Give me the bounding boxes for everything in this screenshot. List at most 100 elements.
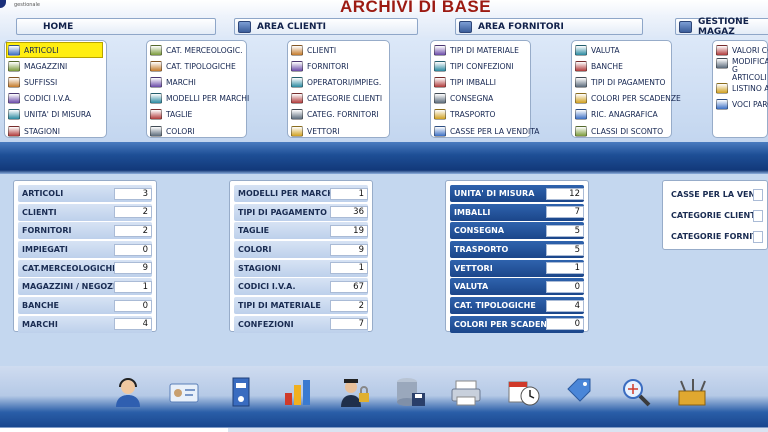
counter-row: CONSEGNA 5: [450, 222, 584, 240]
printer-icon[interactable]: [446, 372, 486, 412]
home-button[interactable]: HOME: [16, 18, 216, 35]
counter-panel-4: CASSE PER LA VENDITA CATEGORIE CLIENTI CAT…: [662, 180, 768, 250]
counter-label: STAGIONI: [238, 263, 281, 273]
counter-row: TIPI DI MATERIALE 2: [234, 297, 368, 315]
menu-item-search-registry[interactable]: RIC. ANAGRAFICA: [575, 107, 668, 123]
tools-box-icon[interactable]: [672, 372, 712, 412]
menu-item-suffix[interactable]: SUFFISSI: [8, 74, 103, 90]
menu-item-label: CODICI I.V.A.: [24, 94, 73, 104]
menu-item-model[interactable]: MODELLI PER MARCHI: [150, 91, 249, 107]
counter-row: STAGIONI 1: [234, 259, 368, 277]
counter-value: 0: [546, 318, 584, 331]
printer-icon-graphic: [451, 380, 481, 406]
menu-item-material[interactable]: TIPI DI MATERIALE: [434, 42, 527, 58]
counter-row: CAT.MERCEOLOGICHE 9: [18, 259, 152, 277]
delivery-icon: [434, 93, 446, 105]
page-title: ARCHIVI DI BASE: [340, 0, 492, 16]
counter-row: TRASPORTO 5: [450, 241, 584, 259]
counter-row: IMBALLI 7: [450, 203, 584, 221]
menu-item-deadline-color[interactable]: COLORI PER SCADENZE: [575, 91, 681, 107]
menu-item-label: VALORI COD: [732, 45, 768, 55]
security-guard-lock-icon[interactable]: [334, 372, 374, 412]
area-fornitori-label: AREA FORNITORI: [478, 21, 564, 32]
search-web-icon-graphic: [622, 379, 651, 407]
menu-item-price-list[interactable]: LISTINO ART: [716, 80, 768, 96]
support-agent-icon[interactable]: [108, 372, 148, 412]
gestione-magazzino-button[interactable]: GESTIONE MAGAZ: [675, 17, 768, 37]
id-card-icon[interactable]: [164, 372, 204, 412]
menu-item-warehouse[interactable]: MAGAZZINI: [8, 58, 103, 74]
menu-item-label: LISTINO ART: [732, 83, 768, 93]
counter-label: CONFEZIONI: [238, 319, 294, 329]
home-label: HOME: [43, 21, 74, 32]
menu-item-label: CLIENTI: [307, 45, 337, 55]
menu-item-customer-category[interactable]: CATEGORIE CLIENTI: [291, 91, 386, 107]
sale-tag-icon[interactable]: [559, 372, 599, 412]
menu-item-cash-register[interactable]: CASSE PER LA VENDITA: [434, 123, 539, 139]
menu-item-supplier[interactable]: FORNITORI: [291, 58, 386, 74]
menu-item-box[interactable]: TIPI IMBALLI: [434, 74, 527, 90]
menu-item-label: CONSEGNA: [450, 94, 494, 104]
search-registry-icon: [575, 109, 587, 121]
supplier-category-icon: [291, 109, 303, 121]
menu-item-articles[interactable]: ARTICOLI: [6, 42, 103, 59]
menu-item-package[interactable]: TIPI CONFEZIONI: [434, 58, 527, 74]
menu-item-truck[interactable]: TRASPORTO: [434, 107, 527, 123]
discount-class-icon: [575, 125, 587, 137]
menu-item-supplier-category[interactable]: CATEG. FORNITORI: [291, 107, 386, 123]
counter-row: MAGAZZINI / NEGOZI 1: [18, 278, 152, 296]
counter-value: 5: [546, 243, 584, 256]
status-strip-segment: [228, 428, 768, 432]
counter-label: IMPIEGATI: [22, 245, 68, 255]
counter-panel-1: ARTICOLI 3 CLIENTI 2 FORNITORI 2 IMPIEGATI 0 CAT…: [13, 180, 157, 333]
menu-item-label: OPERATORI/IMPIEG.: [307, 77, 382, 87]
menu-item-delivery[interactable]: CONSEGNA: [434, 91, 527, 107]
database-save-icon[interactable]: [390, 372, 430, 412]
id-card-icon-graphic: [169, 383, 199, 403]
charts-icon[interactable]: [277, 372, 317, 412]
menu-item-label: SUFFISSI: [24, 77, 58, 87]
menu-item-color-palette[interactable]: COLORI: [150, 123, 243, 139]
counter-value: 3: [114, 187, 152, 200]
menu-item-vat-code[interactable]: CODICI I.V.A.: [8, 91, 103, 107]
counter-panel-3: UNITA' DI MISURA 12 IMBALLI 7 CONSEGNA 5 TRASP…: [445, 180, 589, 333]
menu-item-edit-articles[interactable]: MODIFICA G ARTICOLI: [716, 58, 768, 82]
supplier-icon: [291, 60, 303, 72]
area-clienti-button[interactable]: AREA CLIENTI: [234, 18, 418, 35]
customer-icon: [291, 44, 303, 56]
main-nav: HOME AREA CLIENTI AREA FORNITORI GESTION…: [0, 16, 768, 38]
menu-item-payment[interactable]: TIPI DI PAGAMENTO: [575, 74, 668, 90]
menu-item-discount-class[interactable]: CLASSI DI SCONTO: [575, 123, 668, 139]
menu-item-type-category[interactable]: CAT. TIPOLOGICHE: [150, 58, 243, 74]
menu-item-operator[interactable]: OPERATORI/IMPIEG.: [291, 74, 386, 90]
menu-item-brand[interactable]: MARCHI: [150, 74, 243, 90]
menu-item-label: CAT. TIPOLOGICHE: [166, 61, 236, 71]
menu-item-customer[interactable]: CLIENTI: [291, 42, 386, 58]
menu-item-ruler[interactable]: UNITA' DI MISURA: [8, 107, 103, 123]
search-web-icon[interactable]: [616, 372, 656, 412]
menu-item-fee-items[interactable]: VOCI PARCE: [716, 96, 768, 112]
area-fornitori-button[interactable]: AREA FORNITORI: [455, 18, 643, 35]
price-list-icon: [716, 82, 728, 94]
menu-item-currency[interactable]: VALUTA: [575, 42, 668, 58]
menu-item-carrier[interactable]: VETTORI: [291, 123, 386, 139]
tools-box-icon-graphic: [678, 379, 706, 406]
menu-item-label: CATEG. FORNITORI: [307, 110, 379, 120]
menu-panel-registry: CLIENTI FORNITORI OPERATORI/IMPIEG. CATEGOR…: [287, 40, 390, 138]
menu-item-category[interactable]: CAT. MERCEOLOGIC.: [150, 42, 243, 58]
counter-row: COLORI PER SCADENZE0: [450, 315, 584, 333]
counter-row: CATEGORIE FORNITORI: [667, 227, 763, 246]
support-agent-icon-graphic: [116, 378, 140, 407]
menu-item-values[interactable]: VALORI COD: [716, 42, 768, 58]
menu-item-label: ARTICOLI: [24, 45, 59, 55]
menu-item-bank[interactable]: BANCHE: [575, 58, 668, 74]
counter-label: ARTICOLI: [22, 189, 64, 198]
menu-item-size[interactable]: TAGLIE: [150, 107, 243, 123]
menu-item-label: TRASPORTO: [450, 110, 496, 120]
counter-label: BANCHE: [22, 301, 60, 311]
menu-item-label: MARCHI: [166, 77, 196, 87]
menu-item-season[interactable]: STAGIONI: [8, 123, 103, 139]
binder-icon[interactable]: [221, 372, 261, 412]
calendar-clock-icon[interactable]: [503, 372, 543, 412]
counter-label: TRASPORTO: [454, 245, 509, 255]
